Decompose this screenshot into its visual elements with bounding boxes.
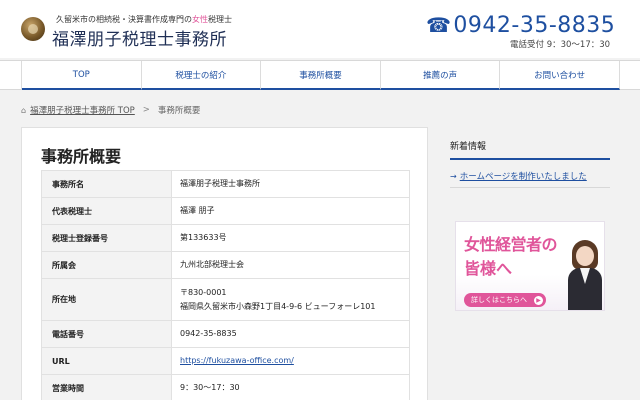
news-link[interactable]: ホームページを制作いたしました (460, 170, 587, 182)
banner-button-label: 詳しくはこちらへ (471, 296, 527, 304)
row-value: https://fukuzawa-office.com/ (171, 347, 410, 375)
table-row: 電話番号 0942-35-8835 (41, 320, 410, 348)
global-nav: TOP 税理士の紹介 事務所概要 推薦の声 お問い合わせ (0, 60, 640, 90)
row-value: 九州北部税理士会 (171, 251, 410, 279)
office-info-table: 事務所名 福澤朋子税理士事務所 代表税理士 福澤 朋子 税理士登録番号 第133… (41, 170, 410, 400)
banner-details-button[interactable]: 詳しくはこちらへ ▶ (464, 293, 546, 307)
arrow-right-icon: → (450, 171, 457, 181)
page-title: 事務所概要 (41, 147, 122, 166)
breadcrumb-separator: > (142, 105, 150, 115)
tagline-highlight: 女性 (192, 15, 208, 24)
row-label: 税理士登録番号 (41, 224, 172, 252)
phone-number-text: 0942-35-8835 (453, 13, 616, 38)
row-label: 所在地 (41, 278, 172, 321)
url-link[interactable]: https://fukuzawa-office.com/ (180, 356, 294, 365)
row-label: 電話番号 (41, 320, 172, 348)
row-value: 福澤 朋子 (171, 197, 410, 225)
sidebar: 新着情報 → ホームページを制作いたしました (450, 127, 610, 188)
row-label: 所属会 (41, 251, 172, 279)
table-row: URL https://fukuzawa-office.com/ (41, 347, 410, 375)
table-row: 営業時間 9：30～17：30 (41, 374, 410, 400)
nav-item-testimonials[interactable]: 推薦の声 (380, 61, 501, 90)
table-row: 代表税理士 福澤 朋子 (41, 197, 410, 225)
phone-icon: ☎ (426, 13, 452, 37)
row-label: 事務所名 (41, 170, 172, 198)
nav-item-office[interactable]: 事務所概要 (261, 61, 381, 90)
banner-headline: 女性経営者の (464, 235, 558, 254)
table-row: 事務所名 福澤朋子税理士事務所 (41, 170, 410, 198)
banner-subheadline: 皆様へ (464, 259, 513, 278)
row-value: 0942-35-8835 (171, 320, 410, 348)
row-value: 9：30～17：30 (171, 374, 410, 400)
table-row: 所属会 九州北部税理士会 (41, 251, 410, 279)
site-tagline: 久留米市の相続税・決算書作成専門の女性税理士 (56, 15, 232, 24)
logo-icon[interactable] (21, 17, 45, 41)
site-title[interactable]: 福澤朋子税理士事務所 (52, 25, 227, 50)
row-value: 〒830-0001 福岡県久留米市小森野1丁目4-9-6 ビューフォーレ101 (171, 278, 410, 321)
news-heading: 新着情報 (450, 127, 610, 160)
site-header: 久留米市の相続税・決算書作成専門の女性税理士 福澤朋子税理士事務所 ☎0942-… (0, 0, 640, 58)
news-item: → ホームページを制作いたしました (450, 166, 610, 188)
street-address: 福岡県久留米市小森野1丁目4-9-6 ビューフォーレ101 (180, 301, 376, 311)
main-content: 事務所概要 事務所名 福澤朋子税理士事務所 代表税理士 福澤 朋子 税理士登録番… (21, 127, 428, 400)
nav-item-contact[interactable]: お問い合わせ (500, 61, 620, 90)
nav-item-top[interactable]: TOP (22, 61, 142, 90)
nav-item-profile[interactable]: 税理士の紹介 (141, 61, 262, 90)
home-icon: ⌂ (21, 105, 27, 115)
breadcrumb-home-link[interactable]: 福澤朋子税理士事務所 TOP (30, 104, 135, 116)
chevron-right-icon: ▶ (534, 295, 543, 305)
phone-number[interactable]: ☎0942-35-8835 (426, 13, 615, 38)
row-value: 第133633号 (171, 224, 410, 252)
row-label: URL (41, 347, 172, 375)
breadcrumb-current: 事務所概要 (157, 106, 201, 116)
breadcrumb: ⌂ 福澤朋子税理士事務所 TOP > 事務所概要 (21, 104, 200, 116)
banner-woman-image (566, 240, 604, 310)
table-row: 所在地 〒830-0001 福岡県久留米市小森野1丁目4-9-6 ビューフォーレ… (41, 278, 410, 321)
women-business-banner[interactable]: 女性経営者の 皆様へ 詳しくはこちらへ ▶ (455, 221, 605, 311)
row-label: 代表税理士 (41, 197, 172, 225)
table-row: 税理士登録番号 第133633号 (41, 224, 410, 252)
postal-code: 〒830-0001 (180, 287, 227, 297)
phone-hours: 電話受付 9：30～17：30 (510, 40, 611, 50)
row-label: 営業時間 (41, 374, 172, 400)
row-value: 福澤朋子税理士事務所 (171, 170, 410, 198)
